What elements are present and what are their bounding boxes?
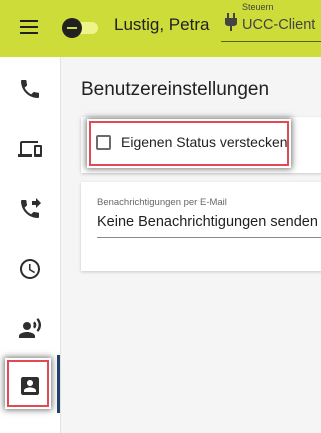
status-toggle[interactable]: [62, 18, 98, 38]
phone-icon: [21, 80, 39, 98]
steuern-value: UCC-Client: [242, 17, 316, 33]
hide-status-label[interactable]: Eigenen Status verstecken: [121, 134, 288, 150]
sidebar-item-history[interactable]: [0, 239, 60, 299]
email-notifications-select[interactable]: Keine Benachrichtigungen senden: [97, 212, 321, 238]
steuern-label: Steuern: [242, 2, 274, 12]
steuern-select[interactable]: Steuern UCC-Client: [221, 0, 321, 42]
devices-icon: [18, 141, 42, 157]
highlight-frame: [7, 360, 49, 407]
sidebar-item-call-forwarding[interactable]: [0, 179, 60, 239]
email-notifications-label: Benachrichtigungen per E-Mail: [97, 197, 227, 208]
sidebar-item-voicemail[interactable]: [0, 299, 60, 359]
main-content: Benutzereinstellungen Eigenen Status ver…: [61, 57, 321, 433]
plug-icon: [225, 13, 237, 31]
clock-icon: [20, 259, 40, 279]
user-name: Lustig, Petra: [114, 15, 210, 34]
top-bar: Lustig, Petra Steuern UCC-Client: [0, 0, 321, 57]
sidebar: [0, 57, 61, 433]
record-voice-icon: [19, 318, 42, 338]
do-not-disturb-icon: [62, 18, 82, 38]
sidebar-item-phone[interactable]: [0, 59, 60, 119]
active-indicator: [57, 355, 60, 413]
sidebar-item-devices[interactable]: [0, 119, 60, 179]
hide-status-checkbox[interactable]: [96, 135, 111, 150]
page-title: Benutzereinstellungen: [81, 79, 270, 100]
email-notifications-value: Keine Benachrichtigungen senden: [97, 214, 318, 230]
phone-forward-icon: [21, 198, 41, 218]
menu-icon[interactable]: [14, 14, 44, 40]
